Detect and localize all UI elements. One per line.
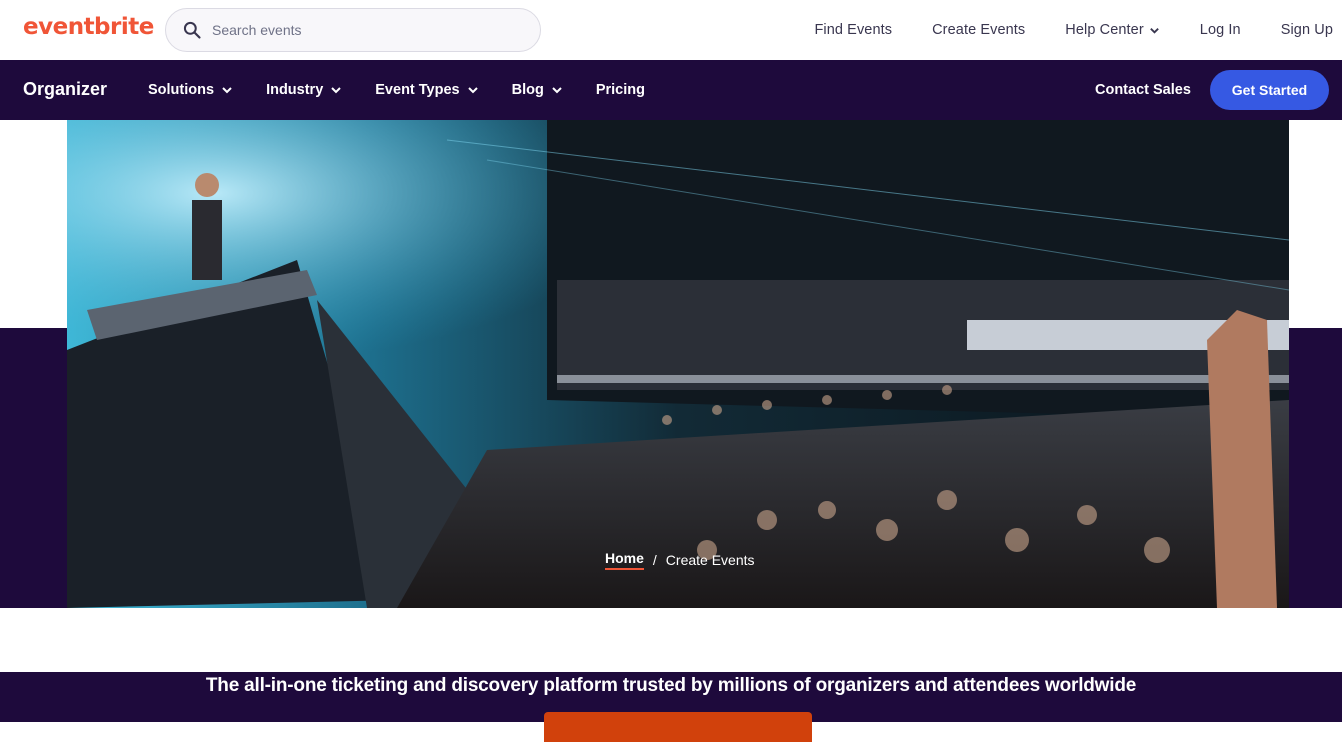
menu-blog-label: Blog (511, 82, 544, 98)
search-icon (183, 21, 201, 39)
search-input[interactable] (212, 22, 512, 38)
menu-solutions[interactable]: Solutions (148, 82, 233, 98)
breadcrumb: Home / Create Events (605, 550, 755, 570)
nav-help-center-label: Help Center (1065, 22, 1144, 38)
get-started-button[interactable]: Get Started (1210, 70, 1329, 110)
menu-solutions-label: Solutions (148, 82, 215, 98)
chevron-down-icon (331, 87, 341, 94)
menu-event-types-label: Event Types (375, 82, 460, 98)
nav-create-events[interactable]: Create Events (932, 22, 1025, 38)
breadcrumb-current: Create Events (665, 552, 755, 568)
top-nav: Find Events Create Events Help Center Lo… (774, 0, 1333, 60)
menu-industry-label: Industry (266, 82, 324, 98)
cta-button[interactable] (544, 712, 812, 742)
headline-area (0, 608, 1342, 672)
concert-photo (67, 120, 1289, 608)
eventbrite-logo[interactable]: eventbrite (23, 14, 154, 40)
menu-pricing-label: Pricing (595, 82, 645, 98)
breadcrumb-home[interactable]: Home (605, 550, 644, 570)
nav-sign-up[interactable]: Sign Up (1281, 22, 1333, 38)
top-header: eventbrite Find Events Create Events Hel… (0, 0, 1342, 60)
nav-log-in[interactable]: Log In (1200, 22, 1241, 38)
hero-tagline: The all-in-one ticketing and discovery p… (205, 675, 1137, 696)
menu-pricing[interactable]: Pricing (596, 82, 645, 98)
menu-industry[interactable]: Industry (266, 82, 342, 98)
nav-help-center[interactable]: Help Center (1065, 22, 1159, 38)
chevron-down-icon (467, 87, 478, 94)
nav-find-events[interactable]: Find Events (814, 22, 892, 38)
chevron-down-icon (552, 87, 562, 94)
chevron-down-icon (222, 87, 232, 94)
organizer-menu: Solutions Industry Event Types Blog Pric… (148, 60, 678, 120)
organizer-nav-bar: Organizer Solutions Industry Event Types… (0, 60, 1342, 120)
hero-bottom-band: The all-in-one ticketing and discovery p… (0, 672, 1342, 742)
contact-sales-link[interactable]: Contact Sales (1095, 82, 1191, 98)
chevron-down-icon (1149, 27, 1159, 34)
breadcrumb-separator: / (652, 552, 657, 568)
menu-event-types[interactable]: Event Types (375, 82, 478, 98)
hero-concert-image (67, 120, 1289, 608)
menu-blog[interactable]: Blog (512, 82, 563, 98)
search-bar[interactable] (165, 8, 541, 52)
organizer-title[interactable]: Organizer (23, 79, 107, 100)
